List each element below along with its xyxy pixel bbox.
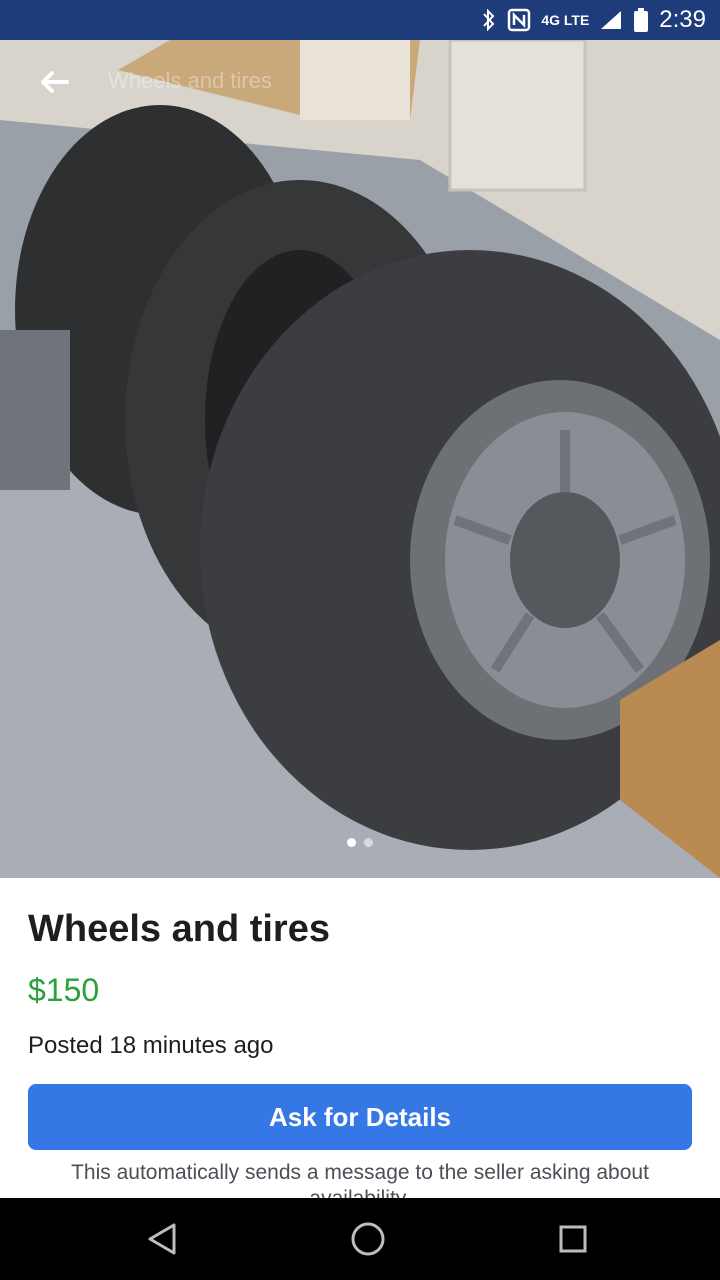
nav-home-button[interactable] (308, 1198, 428, 1280)
listing-photo[interactable]: Wheels and tires (0, 40, 720, 878)
recents-square-icon (559, 1225, 587, 1253)
back-arrow-icon (41, 71, 69, 93)
posted-time: Posted 18 minutes ago (28, 1032, 274, 1059)
network-type-label: 4G LTE (541, 12, 590, 28)
listing-details: Wheels and tires $150 Posted 18 minutes … (0, 878, 720, 1198)
nav-recents-button[interactable] (513, 1198, 633, 1280)
auto-message-note: This automatically sends a message to th… (71, 1161, 649, 1198)
listing-price: $150 (28, 972, 100, 1008)
bluetooth-icon (481, 8, 497, 32)
status-bar: 4G LTE 2:39 (0, 0, 720, 40)
back-triangle-icon (148, 1223, 176, 1255)
tires-photo-illustration (0, 40, 720, 878)
nav-back-button[interactable] (102, 1198, 222, 1280)
home-circle-icon (351, 1222, 385, 1256)
navigation-bar (0, 1198, 720, 1280)
pagination-dot[interactable] (364, 838, 373, 847)
clock: 2:39 (659, 6, 706, 33)
listing-title: Wheels and tires (28, 908, 330, 950)
battery-icon (633, 7, 649, 33)
photo-pagination (0, 838, 720, 847)
ask-for-details-button[interactable]: Ask for Details (28, 1084, 692, 1150)
photo-header-title: Wheels and tires (108, 68, 272, 93)
back-button[interactable] (28, 62, 80, 102)
pagination-dot-active[interactable] (347, 838, 356, 847)
nfc-icon (507, 8, 531, 32)
signal-icon (599, 9, 623, 31)
